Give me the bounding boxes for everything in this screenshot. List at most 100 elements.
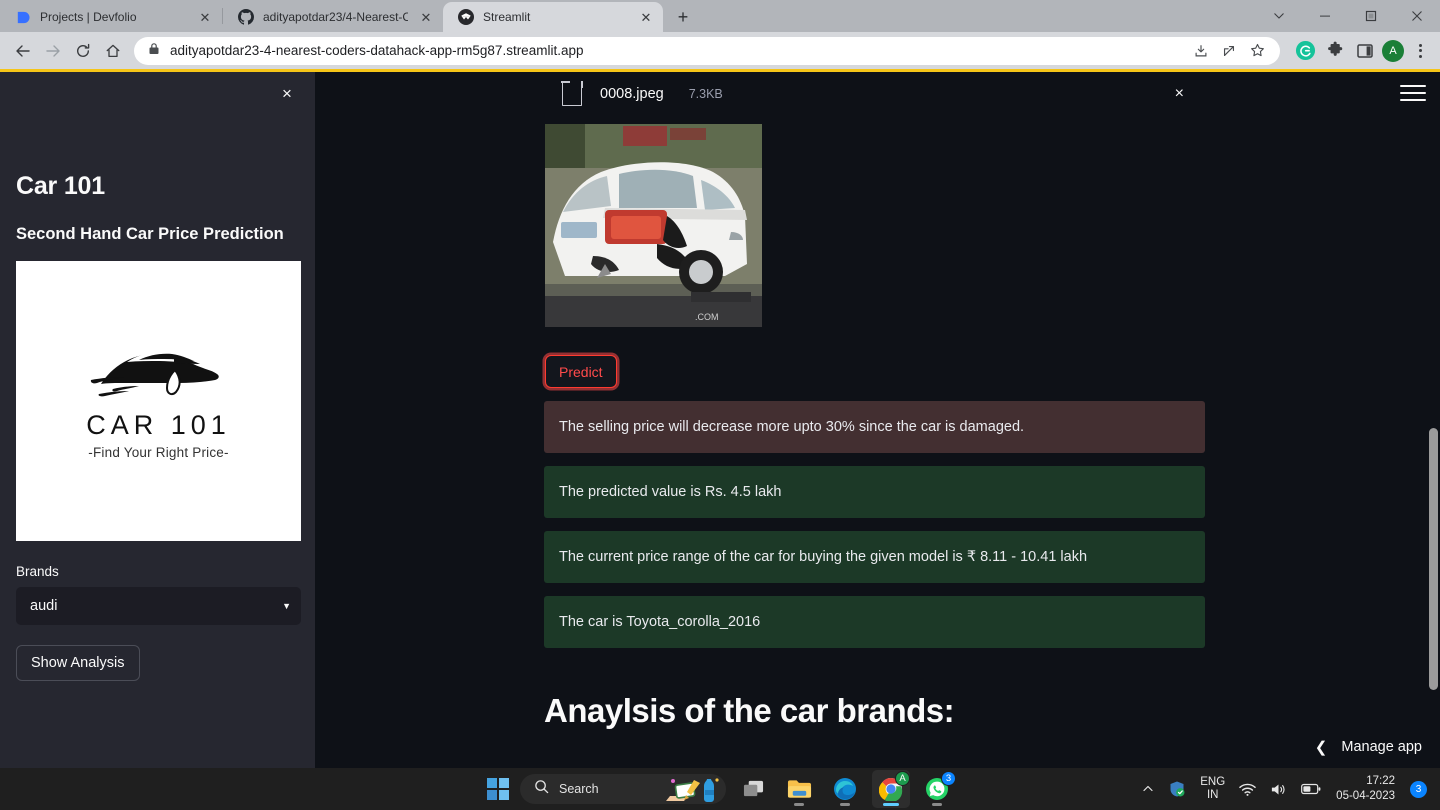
uploaded-image-preview: .COM [545, 124, 762, 327]
tab-title: adityapotdar23/4-Nearest-Coder [263, 10, 408, 24]
sidebar-subtitle: Second Hand Car Price Prediction [16, 225, 284, 243]
alert-error: The selling price will decrease more upt… [544, 401, 1205, 453]
sidebar-close-icon[interactable]: × [273, 80, 301, 108]
extensions-puzzle-icon[interactable] [1322, 38, 1348, 64]
show-analysis-button[interactable]: Show Analysis [16, 645, 140, 681]
page-title: Car 101 [16, 172, 105, 200]
alert-success-car-model: The car is Toyota_corolla_2016 [544, 596, 1205, 648]
lock-icon [148, 42, 160, 60]
section-title: Anaylsis of the car brands: [544, 692, 955, 729]
devfolio-icon [14, 9, 31, 26]
app-sidebar: × Car 101 Second Hand Car Price Predicti… [0, 72, 315, 768]
install-icon[interactable] [1188, 38, 1214, 64]
clock[interactable]: 17:22 05-04-2023 [1328, 774, 1403, 804]
search-icon [534, 779, 549, 799]
task-view-icon[interactable] [734, 770, 772, 808]
predict-button[interactable]: Predict [545, 355, 617, 388]
avatar[interactable]: A [1382, 39, 1404, 62]
car-silhouette-icon [90, 352, 219, 397]
notification-center-button[interactable]: 3 [1403, 768, 1434, 810]
clock-time: 17:22 [1366, 775, 1395, 788]
file-explorer-icon[interactable] [780, 770, 818, 808]
close-icon[interactable]: ✕ [637, 8, 655, 26]
minimize-icon[interactable] [1302, 0, 1348, 32]
browser-tab-devfolio[interactable]: Projects | Devfolio ✕ [0, 2, 222, 32]
remove-file-icon[interactable]: × [1175, 85, 1184, 103]
car101-logo: CAR 101 -Find Your Right Price- [16, 261, 301, 541]
notification-count-badge: 3 [1410, 780, 1427, 798]
browser-tab-streamlit[interactable]: Streamlit ✕ [443, 2, 663, 32]
bookmark-star-icon[interactable] [1244, 38, 1270, 64]
window-controls [1256, 0, 1440, 32]
whatsapp-badge: 3 [941, 771, 956, 786]
search-placeholder: Search [559, 782, 599, 796]
uploaded-file-size: 7.3KB [688, 87, 723, 101]
three-dot-menu-icon[interactable] [1408, 38, 1432, 64]
close-icon[interactable]: ✕ [196, 8, 214, 26]
battery-icon[interactable] [1294, 768, 1328, 810]
address-bar[interactable]: adityapotdar23-4-nearest-coders-datahack… [134, 36, 1280, 65]
side-panel-icon[interactable] [1352, 38, 1378, 64]
extension-icons: A [1288, 38, 1432, 64]
grammarly-badge-icon: A [895, 771, 910, 786]
browser-toolbar: adityapotdar23-4-nearest-coders-datahack… [0, 32, 1440, 69]
close-icon[interactable]: ✕ [417, 8, 435, 26]
brands-select[interactable]: audi ▼ [16, 587, 301, 625]
language-indicator[interactable]: ENG IN [1193, 768, 1232, 810]
system-tray: ENG IN 17:22 05-04-2023 3 [1135, 768, 1434, 810]
manage-app-label: Manage app [1341, 739, 1422, 755]
logo-wordmark: CAR 101 [86, 410, 231, 440]
google-chrome-icon[interactable]: A [872, 770, 910, 808]
forward-arrow-icon[interactable] [38, 36, 68, 66]
chevron-down-icon: ▼ [282, 601, 291, 611]
start-icon[interactable] [484, 775, 512, 803]
hamburger-menu-icon[interactable] [1400, 82, 1426, 104]
wifi-icon[interactable] [1232, 768, 1263, 810]
alert-success-predicted-value: The predicted value is Rs. 4.5 lakh [544, 466, 1205, 518]
chevron-left-icon: ❮ [1314, 739, 1328, 756]
back-arrow-icon[interactable] [8, 36, 38, 66]
share-icon[interactable] [1216, 38, 1242, 64]
maximize-icon[interactable] [1348, 0, 1394, 32]
windows-taskbar: Search A 3 ENG IN 17:22 05-04-2023 3 [0, 768, 1440, 810]
app-running-indicator [840, 803, 850, 806]
page-viewport: × Car 101 Second Hand Car Price Predicti… [0, 72, 1440, 768]
logo-tagline: -Find Your Right Price- [88, 445, 229, 460]
omnibox-actions [1188, 38, 1270, 64]
microsoft-edge-icon[interactable] [826, 770, 864, 808]
uploaded-file-row: 0008.jpeg 7.3KB × [544, 72, 1206, 116]
app-main-content: 0008.jpeg 7.3KB × .COM Predict The selli… [315, 72, 1440, 768]
page-scrollbar[interactable] [1425, 72, 1440, 768]
brands-label: Brands [16, 564, 59, 579]
search-illustration-icon [664, 774, 722, 804]
alert-success-price-range: The current price range of the car for b… [544, 531, 1205, 583]
app-running-indicator [883, 803, 899, 806]
new-tab-button[interactable]: + [669, 3, 697, 31]
app-running-indicator [932, 803, 942, 806]
taskbar-center-group: Search A 3 [484, 770, 956, 808]
app-running-indicator [794, 803, 804, 806]
chrome-browser-window: Projects | Devfolio ✕ adityapotdar23/4-N… [0, 0, 1440, 810]
windows-security-icon[interactable] [1161, 768, 1193, 810]
close-icon[interactable] [1394, 0, 1440, 32]
scrollbar-thumb[interactable] [1429, 428, 1438, 690]
streamlit-icon [457, 9, 474, 26]
chevron-up-icon[interactable] [1135, 768, 1161, 810]
predict-button-wrap: Predict [545, 355, 617, 388]
volume-icon[interactable] [1263, 768, 1294, 810]
tab-title: Streamlit [483, 10, 531, 24]
brands-selected-value: audi [30, 598, 58, 614]
reload-icon[interactable] [68, 36, 98, 66]
tab-strip: Projects | Devfolio ✕ adityapotdar23/4-N… [0, 0, 1440, 32]
browser-tab-github[interactable]: adityapotdar23/4-Nearest-Coder ✕ [223, 2, 443, 32]
clock-date: 05-04-2023 [1336, 790, 1395, 802]
manage-app-button[interactable]: ❮ Manage app [1315, 738, 1422, 756]
whatsapp-icon[interactable]: 3 [918, 770, 956, 808]
svg-text:.COM: .COM [695, 312, 719, 322]
tab-search-icon[interactable] [1256, 0, 1302, 32]
tab-title: Projects | Devfolio [40, 10, 137, 24]
search-input[interactable]: Search [520, 774, 726, 804]
home-icon[interactable] [98, 36, 128, 66]
grammarly-icon[interactable] [1292, 38, 1318, 64]
language-region: IN [1206, 789, 1219, 801]
